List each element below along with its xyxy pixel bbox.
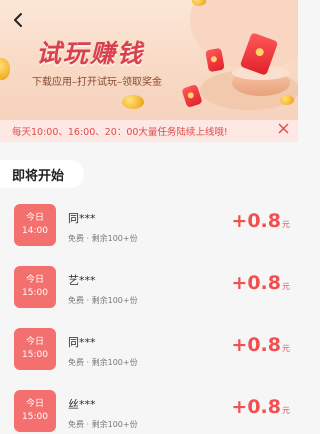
time-badge-time: 15:00 [22, 412, 48, 422]
time-badge-day: 今日 [25, 399, 44, 409]
task-item[interactable]: 今日 15:00 艺*** 免费 · 剩余100+份 +0.8元 [0, 266, 298, 326]
task-item[interactable]: 今日 15:00 同*** 免费 · 剩余100+份 +0.8元 [0, 328, 298, 388]
time-badge: 今日 15:00 [14, 266, 56, 308]
page-title: 试玩赚钱 [36, 39, 145, 68]
task-item[interactable]: 今日 15:00 丝*** 免费 · 剩余100+份 +0.8元 [0, 390, 298, 434]
app-meta: 免费 · 剩余100+份 [68, 234, 138, 243]
notice-bar: 每天10:00、16:00、20：00大量任务陆续上线哦! [0, 120, 298, 142]
section-title: 即将开始 [12, 168, 65, 184]
reward-value: +0.8 [231, 396, 281, 418]
app-name: 丝*** [68, 398, 96, 411]
time-badge-day: 今日 [25, 275, 44, 285]
notice-text: 每天10:00、16:00、20：00大量任务陆续上线哦! [12, 127, 228, 138]
reward-value: +0.8 [231, 272, 281, 294]
reward-unit: 元 [282, 406, 290, 415]
coin-icon [280, 95, 294, 105]
close-icon [278, 123, 288, 134]
chevron-left-icon [14, 13, 22, 27]
time-badge-time: 15:00 [22, 288, 48, 298]
reward-amount: +0.8元 [231, 334, 290, 356]
app-name: 同*** [68, 336, 96, 349]
reward-amount: +0.8元 [231, 210, 290, 232]
app-screen: 试玩赚钱 下载应用–打开试玩–领取奖金 每天10:00、16:00、20：00大… [0, 0, 298, 434]
close-button[interactable] [276, 123, 290, 137]
app-meta: 免费 · 剩余100+份 [68, 358, 138, 367]
back-button[interactable] [12, 12, 28, 30]
reward-value: +0.8 [231, 210, 281, 232]
app-name: 同*** [68, 212, 96, 225]
time-badge: 今日 14:00 [14, 204, 56, 246]
reward-unit: 元 [282, 282, 290, 291]
time-badge: 今日 15:00 [14, 390, 56, 432]
app-name: 艺*** [68, 274, 96, 287]
coin-icon [0, 58, 10, 80]
coin-icon [122, 95, 144, 109]
time-badge: 今日 15:00 [14, 328, 56, 370]
time-badge-day: 今日 [25, 213, 44, 223]
envelope-seal [254, 46, 265, 58]
reward-unit: 元 [282, 220, 290, 229]
reward-amount: +0.8元 [231, 272, 290, 294]
section-header: 即将开始 [0, 160, 85, 188]
reward-value: +0.8 [231, 334, 281, 356]
header-banner: 试玩赚钱 下载应用–打开试玩–领取奖金 [0, 0, 298, 120]
reward-amount: +0.8元 [231, 396, 290, 418]
time-badge-time: 15:00 [22, 350, 48, 360]
reward-unit: 元 [282, 344, 290, 353]
time-badge-time: 14:00 [22, 226, 48, 236]
task-item[interactable]: 今日 14:00 同*** 免费 · 剩余100+份 +0.8元 [0, 204, 298, 264]
envelope-seal [186, 91, 195, 100]
page-subtitle: 下载应用–打开试玩–领取奖金 [32, 77, 162, 88]
time-badge-day: 今日 [25, 337, 44, 347]
app-meta: 免费 · 剩余100+份 [68, 420, 138, 429]
app-meta: 免费 · 剩余100+份 [68, 296, 138, 305]
envelope-seal [210, 55, 218, 63]
